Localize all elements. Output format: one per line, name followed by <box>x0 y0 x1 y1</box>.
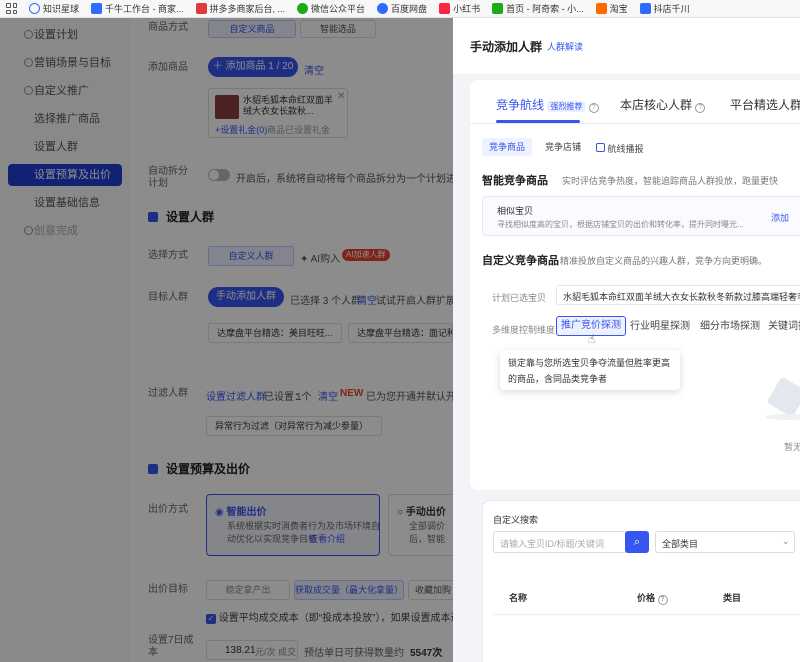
add-crowd-drawer: 手动添加人群 人群解读 竞争航线 强烈推荐 ? 本店核心人群 ? 平台精选人群 … <box>453 18 800 662</box>
bookmark-label: 拼多多商家后台, ... <box>209 4 286 14</box>
bookmark-item-9[interactable]: 抖店千川 <box>639 2 690 15</box>
similar-items-box: 相似宝贝 寻找相似度高的宝贝，根据店铺宝贝的出价和转化率，提升同时曝光... 添… <box>482 196 800 236</box>
shadow-shape <box>766 414 800 420</box>
bookmark-item-2[interactable]: 千牛工作台 - 商家... <box>91 2 184 15</box>
bookmark-label: 千牛工作台 - 商家... <box>105 4 184 14</box>
bar-chart-icon <box>639 3 651 14</box>
bookmark-item-1[interactable]: 知识星球 <box>29 2 79 15</box>
bookmark-label: 首页 - 阿奇索 - 小... <box>506 4 584 14</box>
bookmark-label: 小红书 <box>453 4 481 14</box>
modal-overlay[interactable] <box>0 18 453 662</box>
bookmark-item-8[interactable]: 淘宝 <box>595 2 628 15</box>
tab-store-core[interactable]: 本店核心人群 ? <box>620 96 706 113</box>
taobao-icon <box>595 3 607 14</box>
bookmark-label: 微信公众平台 <box>311 4 366 14</box>
bookmark-item-7[interactable]: 首页 - 阿奇索 - 小... <box>492 2 584 15</box>
wechat-icon <box>297 3 309 14</box>
chevron-down-icon: ⌄ <box>782 536 790 546</box>
custom-competition-title: 自定义竞争商品 <box>482 255 559 267</box>
dimension-label: 多维度控制维度 <box>492 325 556 335</box>
bookmark-label: 淘宝 <box>609 4 628 14</box>
dim-tab-star-probe[interactable]: 行业明星探测 <box>626 316 694 338</box>
category-select[interactable]: 全部类目 ⌄ <box>655 531 795 553</box>
bookmark-item-6[interactable]: 小红书 <box>439 2 480 15</box>
tab-platform[interactable]: 平台精选人群 <box>730 96 800 113</box>
smart-competition-desc: 实时评估竞争热度，智能追踪商品人群投放，跑量更快 <box>562 176 779 186</box>
planet-icon <box>29 3 40 14</box>
dim-tab-market-probe[interactable]: 细分市场探测 <box>696 316 764 338</box>
help-icon[interactable]: ? <box>695 103 706 113</box>
tab-label: 平台精选人群 <box>730 98 800 112</box>
smart-competition-title: 智能竞争商品 <box>482 175 548 187</box>
drawer-title: 手动添加人群 <box>470 40 543 54</box>
plan-selected-label: 计划已选宝贝 <box>492 293 547 303</box>
col-price-label: 价格 <box>637 593 656 603</box>
help-icon[interactable]: ? <box>657 595 668 605</box>
tab-label: 竞争航线 <box>496 98 545 112</box>
tooltip-line-2: 的商品，含同品类竞争者 <box>508 374 608 384</box>
tooltip-line-1: 锁定靠与您所选宝贝争夺流量但胜率更高 <box>508 358 671 368</box>
bookmark-item-4[interactable]: 微信公众平台 <box>297 2 365 15</box>
bookmark-label: 百度网盘 <box>391 4 428 14</box>
drawer-header: 手动添加人群 人群解读 <box>453 18 800 74</box>
subtab-competing-stores[interactable]: 竞争店铺 <box>538 138 588 156</box>
search-button[interactable]: ⌕ <box>625 531 649 553</box>
similar-title: 相似宝贝 <box>497 206 534 216</box>
sheet-icon <box>492 3 504 14</box>
recommend-badge: 强烈推荐 <box>547 101 586 112</box>
plan-selected-value: 水貂毛狐本命红双面羊绒大衣女长款秋冬新款过膝高端轻奢毛呢 <box>563 292 800 302</box>
custom-search-title: 自定义搜索 <box>493 515 539 525</box>
bookmark-bar: 知识星球 千牛工作台 - 商家... 拼多多商家后台, ... 微信公众平台 百… <box>0 0 800 18</box>
empty-text: 暂无 <box>784 442 800 452</box>
xiaohongshu-icon <box>439 3 451 14</box>
empty-illustration <box>766 376 800 430</box>
bookmark-label: 知识星球 <box>43 4 80 14</box>
main-tabs: 竞争航线 强烈推荐 ? 本店核心人群 ? 平台精选人群 <box>470 80 800 124</box>
mouse-cursor-icon: ☝ <box>588 332 596 346</box>
subtab-label: 航线播报 <box>607 144 644 154</box>
tab-label: 本店核心人群 <box>620 98 693 112</box>
tab-competition[interactable]: 竞争航线 强烈推荐 ? <box>496 96 599 113</box>
tooltip: 锁定靠与您所选宝贝争夺流量但胜率更高 的商品，含同品类竞争者 <box>500 350 680 390</box>
subtab-competing-products[interactable]: 竞争商品 <box>482 138 533 156</box>
bookmark-label: 抖店千川 <box>653 4 690 14</box>
help-icon[interactable]: ? <box>588 103 599 113</box>
pinduoduo-icon <box>195 3 207 14</box>
search-placeholder: 请输入宝贝ID/标题/关键词 <box>500 539 605 549</box>
baidu-pan-icon <box>377 3 389 14</box>
apps-grid-icon[interactable] <box>6 3 17 14</box>
category-select-value: 全部类目 <box>662 539 699 549</box>
col-category: 类目 <box>723 593 742 603</box>
dim-tab-keyword-probe[interactable]: 关键词探测 <box>764 316 800 338</box>
similar-add-button[interactable]: 添加 <box>771 211 789 224</box>
col-name: 名称 <box>509 593 528 603</box>
search-input[interactable]: 请输入宝贝ID/标题/关键词 <box>493 531 627 553</box>
bookmark-item-5[interactable]: 百度网盘 <box>377 2 427 15</box>
table-header: 名称 价格 ? 类目 <box>493 575 800 615</box>
box-illustration-icon <box>766 376 800 418</box>
custom-competition-desc: 精准投放自定义商品的兴趣人群，竞争方向更明确。 <box>560 256 768 266</box>
col-price: 价格 ? <box>637 591 668 605</box>
qianniu-icon <box>91 3 103 14</box>
report-icon <box>596 143 605 152</box>
bookmark-item-3[interactable]: 拼多多商家后台, ... <box>195 2 286 15</box>
similar-desc: 寻找相似度高的宝贝，根据店铺宝贝的出价和转化率，提升同时曝光... <box>497 220 744 229</box>
subtab-route-report[interactable]: 航线播报 <box>596 142 644 155</box>
crowd-explain-link[interactable]: 人群解读 <box>547 40 583 53</box>
competition-card: 竞争航线 强烈推荐 ? 本店核心人群 ? 平台精选人群 竞争商品 竞争店铺 航线… <box>470 80 800 490</box>
custom-search-card: 自定义搜索 请输入宝贝ID/标题/关键词 ⌕ 全部类目 ⌄ 名称 价格 ? 类目 <box>482 500 800 662</box>
search-icon: ⌕ <box>633 536 641 548</box>
plan-selected-field[interactable]: 水貂毛狐本命红双面羊绒大衣女长款秋冬新款过膝高端轻奢毛呢 <box>556 285 800 305</box>
active-tab-indicator <box>496 120 580 123</box>
